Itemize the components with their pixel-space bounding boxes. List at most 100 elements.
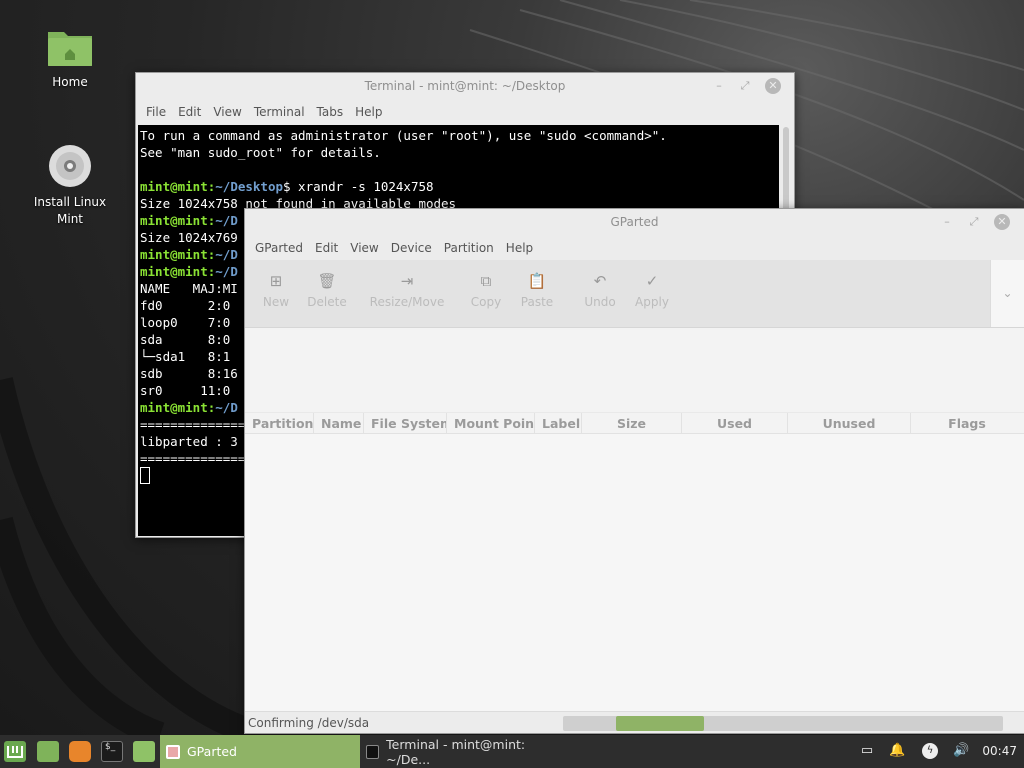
mint-logo-icon [7, 746, 23, 758]
terminal-app-icon [366, 744, 380, 759]
gparted-statusbar: Confirming /dev/sda [245, 711, 1024, 733]
minimize-button[interactable]: – [938, 213, 956, 231]
minimize-button[interactable]: – [710, 77, 728, 95]
menu-edit[interactable]: Edit [309, 241, 344, 255]
toolbar-label: Resize/Move [369, 295, 445, 309]
bell-icon[interactable]: 🔔 [889, 743, 905, 759]
clock[interactable]: 00:47 [982, 744, 1017, 758]
toolbar-label: Undo [584, 295, 616, 309]
undo-icon: ↶ [593, 272, 607, 290]
prompt-path: ~/D [215, 247, 238, 262]
menu-partition[interactable]: Partition [438, 241, 500, 255]
close-button[interactable]: ✕ [765, 78, 781, 94]
menu-help[interactable]: Help [500, 241, 539, 255]
delete-button[interactable]: 🗑 Delete [305, 272, 349, 309]
mint-menu-icon[interactable] [4, 741, 26, 762]
column-flags[interactable]: Flags [911, 413, 1023, 433]
prompt-user: mint@mint [140, 400, 208, 415]
gparted-app-icon [166, 744, 180, 759]
terminal-line: To run a command as administrator (user … [140, 128, 667, 143]
menu-terminal[interactable]: Terminal [248, 105, 311, 119]
terminal-titlebar[interactable]: Terminal - mint@mint: ~/Desktop – ⤢ ✕ [136, 73, 794, 100]
terminal-cursor [140, 467, 150, 484]
gparted-window[interactable]: GParted – ⤢ ✕ GParted Edit View Device P… [244, 208, 1024, 734]
progress-bar [563, 716, 1003, 731]
toolbar-label: Delete [307, 295, 347, 309]
paste-button[interactable]: 📋 Paste [519, 272, 555, 309]
column-unused[interactable]: Unused [788, 413, 911, 433]
menu-file[interactable]: File [140, 105, 172, 119]
notifications-icon[interactable]: ▭ [859, 743, 875, 759]
terminal-launcher-icon[interactable]: $_ [101, 741, 123, 762]
prompt-user: mint@mint [140, 179, 208, 194]
files-launcher-icon[interactable] [133, 741, 155, 762]
show-desktop-icon[interactable] [37, 741, 59, 762]
task-label: GParted [187, 744, 237, 759]
terminal-menubar: File Edit View Terminal Tabs Help [136, 100, 794, 124]
resize-move-button[interactable]: ⇥ Resize/Move [369, 272, 445, 309]
chevron-down-icon: ⌄ [1002, 286, 1013, 300]
power-icon[interactable]: ϟ [922, 743, 938, 759]
menu-gparted[interactable]: GParted [249, 241, 309, 255]
prompt-user: mint@mint [140, 213, 208, 228]
folder-home-icon [48, 32, 92, 66]
desktop-icon-home[interactable]: Home [25, 26, 115, 91]
desktop-icon-label: Home [52, 75, 88, 89]
gparted-titlebar[interactable]: GParted – ⤢ ✕ [245, 209, 1024, 236]
desktop-icon-install-linux-mint[interactable]: Install Linux Mint [25, 144, 115, 228]
toolbar-label: Copy [470, 295, 502, 309]
menu-view[interactable]: View [207, 105, 247, 119]
status-text: Confirming /dev/sda [248, 716, 370, 730]
new-button[interactable]: ⊞ New [259, 272, 293, 309]
maximize-button[interactable]: ⤢ [736, 77, 754, 95]
taskbar: $_ GParted Terminal - mint@mint: ~/De...… [0, 735, 1024, 768]
volume-icon[interactable]: 🔊 [953, 743, 969, 759]
undo-button[interactable]: ↶ Undo [583, 272, 617, 309]
menu-tabs[interactable]: Tabs [311, 105, 350, 119]
prompt-path: ~/D [215, 264, 238, 279]
paste-icon: 📋 [527, 272, 547, 290]
column-name[interactable]: Name [314, 413, 364, 433]
close-button[interactable]: ✕ [994, 214, 1010, 230]
prompt-path: ~/D [215, 213, 238, 228]
menu-edit[interactable]: Edit [172, 105, 207, 119]
prompt-path: ~/Desktop [215, 179, 283, 194]
column-label[interactable]: Label [535, 413, 582, 433]
resize-arrow-icon: ⇥ [400, 272, 414, 290]
menu-device[interactable]: Device [385, 241, 438, 255]
desktop-icon-label: Mint [57, 212, 83, 226]
column-mount-point[interactable]: Mount Point [447, 413, 535, 433]
terminal-line: mint@mint:~/Desktop$ xrandr -s 1024x758 [140, 179, 434, 194]
maximize-button[interactable]: ⤢ [965, 213, 983, 231]
progress-fill [615, 716, 704, 731]
toolbar-label: Apply [635, 295, 669, 309]
column-used[interactable]: Used [682, 413, 788, 433]
terminal-command: xrandr -s 1024x758 [290, 179, 434, 194]
copy-icon: ⧉ [480, 272, 492, 290]
column-size[interactable]: Size [582, 413, 682, 433]
terminal-line: See "man sudo_root" for details. [140, 145, 381, 160]
toolbar-label: Paste [520, 295, 554, 309]
prompt-path: ~/D [215, 400, 238, 415]
partition-table-body[interactable] [245, 434, 1024, 716]
prompt-user: mint@mint [140, 264, 208, 279]
disc-icon [49, 145, 91, 187]
column-file-system[interactable]: File System [364, 413, 447, 433]
apply-button[interactable]: ✓ Apply [634, 272, 670, 309]
firefox-icon[interactable] [69, 741, 91, 762]
gparted-toolbar: ⊞ New 🗑 Delete ⇥ Resize/Move ⧉ Copy 📋 Pa… [245, 260, 1024, 328]
task-terminal[interactable]: Terminal - mint@mint: ~/De... [360, 735, 560, 768]
menu-view[interactable]: View [344, 241, 384, 255]
task-label: Terminal - mint@mint: ~/De... [386, 736, 526, 767]
new-partition-icon: ⊞ [269, 272, 283, 290]
desktop-icon-label: Install Linux [33, 195, 107, 209]
copy-button[interactable]: ⧉ Copy [469, 272, 503, 309]
device-selector-dropdown[interactable]: ⌄ [990, 260, 1024, 327]
menu-help[interactable]: Help [349, 105, 388, 119]
toolbar-label: New [262, 295, 290, 309]
task-gparted[interactable]: GParted [160, 735, 360, 768]
column-partition[interactable]: Partition [245, 413, 314, 433]
window-title: Terminal - mint@mint: ~/Desktop [364, 79, 566, 93]
partition-graph-area [245, 328, 1024, 412]
